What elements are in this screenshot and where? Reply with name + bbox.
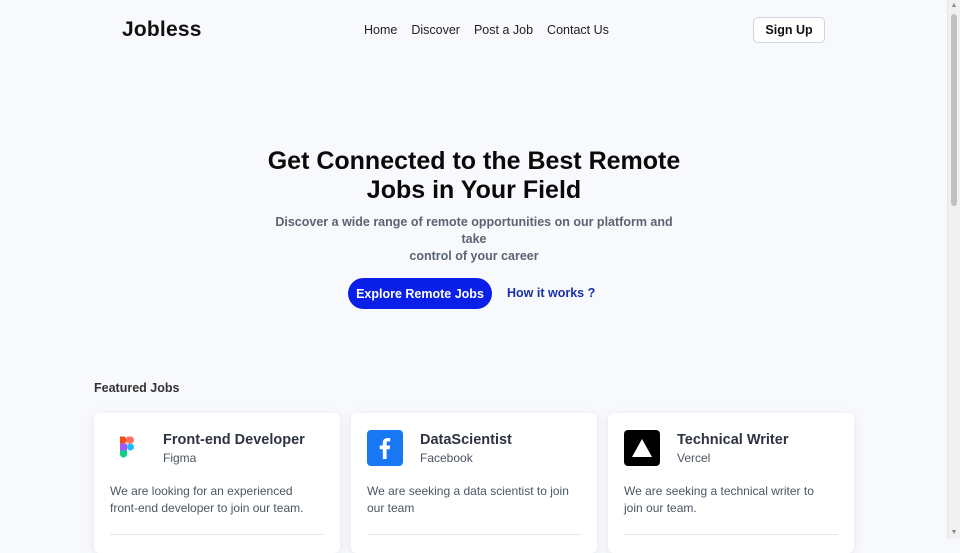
job-description-line: front-end developer to join our team. — [110, 501, 304, 515]
job-description-line: We are looking for an experienced — [110, 484, 293, 498]
job-company: Figma — [163, 451, 197, 465]
job-card[interactable]: DataScientist Facebook We are seeking a … — [351, 413, 597, 553]
explore-remote-jobs-button[interactable]: Explore Remote Jobs — [348, 278, 492, 309]
hero-title-line-1: Get Connected to the Best Remote — [267, 147, 681, 175]
hero-subtitle: Discover a wide range of remote opportun… — [270, 214, 678, 265]
hero-title: Get Connected to the Best Remote Jobs in… — [250, 147, 698, 205]
scroll-down-arrow-icon[interactable]: ▼ — [948, 527, 960, 539]
sign-up-button[interactable]: Sign Up — [753, 17, 825, 43]
job-description-line: We are seeking a technical writer to — [624, 484, 814, 498]
job-title[interactable]: Technical Writer — [677, 432, 788, 448]
figma-logo-icon — [110, 430, 146, 466]
featured-jobs-heading: Featured Jobs — [94, 381, 180, 395]
scrollbar-thumb[interactable] — [951, 14, 957, 206]
job-description-line: join our team. — [624, 501, 697, 515]
main-nav: Home Discover Post a Job Contact Us — [364, 23, 609, 37]
scroll-up-arrow-icon[interactable]: ▲ — [948, 0, 960, 12]
hero-subtitle-line-1: Discover a wide range of remote opportun… — [275, 215, 673, 246]
nav-post-a-job[interactable]: Post a Job — [474, 23, 533, 37]
job-description: We are seeking a data scientist to join … — [367, 483, 582, 517]
job-title[interactable]: DataScientist — [420, 432, 512, 448]
nav-home[interactable]: Home — [364, 23, 397, 37]
how-it-works-link[interactable]: How it works ? — [507, 286, 595, 300]
job-card[interactable]: Front-end Developer Figma We are looking… — [94, 413, 340, 553]
vercel-logo-icon — [624, 430, 660, 466]
facebook-logo-icon — [367, 430, 403, 466]
site-logo[interactable]: Jobless — [122, 18, 202, 42]
vertical-scrollbar[interactable]: ▲ ▼ — [947, 0, 960, 539]
hero-subtitle-line-2: control of your career — [409, 249, 539, 263]
job-title[interactable]: Front-end Developer — [163, 432, 305, 448]
nav-contact-us[interactable]: Contact Us — [547, 23, 609, 37]
card-divider — [624, 534, 838, 535]
job-description-line: We are seeking a data scientist to join — [367, 484, 569, 498]
card-divider — [110, 534, 324, 535]
job-card[interactable]: Technical Writer Vercel We are seeking a… — [608, 413, 854, 553]
job-description-line: our team — [367, 501, 415, 515]
hero-title-line-2: Jobs in Your Field — [366, 176, 582, 204]
job-description: We are seeking a technical writer to joi… — [624, 483, 839, 517]
site-header: Jobless Home Discover Post a Job Contact… — [0, 0, 947, 62]
job-description: We are looking for an experienced front-… — [110, 483, 325, 517]
job-company: Facebook — [420, 451, 473, 465]
card-divider — [367, 534, 581, 535]
nav-discover[interactable]: Discover — [411, 23, 460, 37]
job-company: Vercel — [677, 451, 711, 465]
